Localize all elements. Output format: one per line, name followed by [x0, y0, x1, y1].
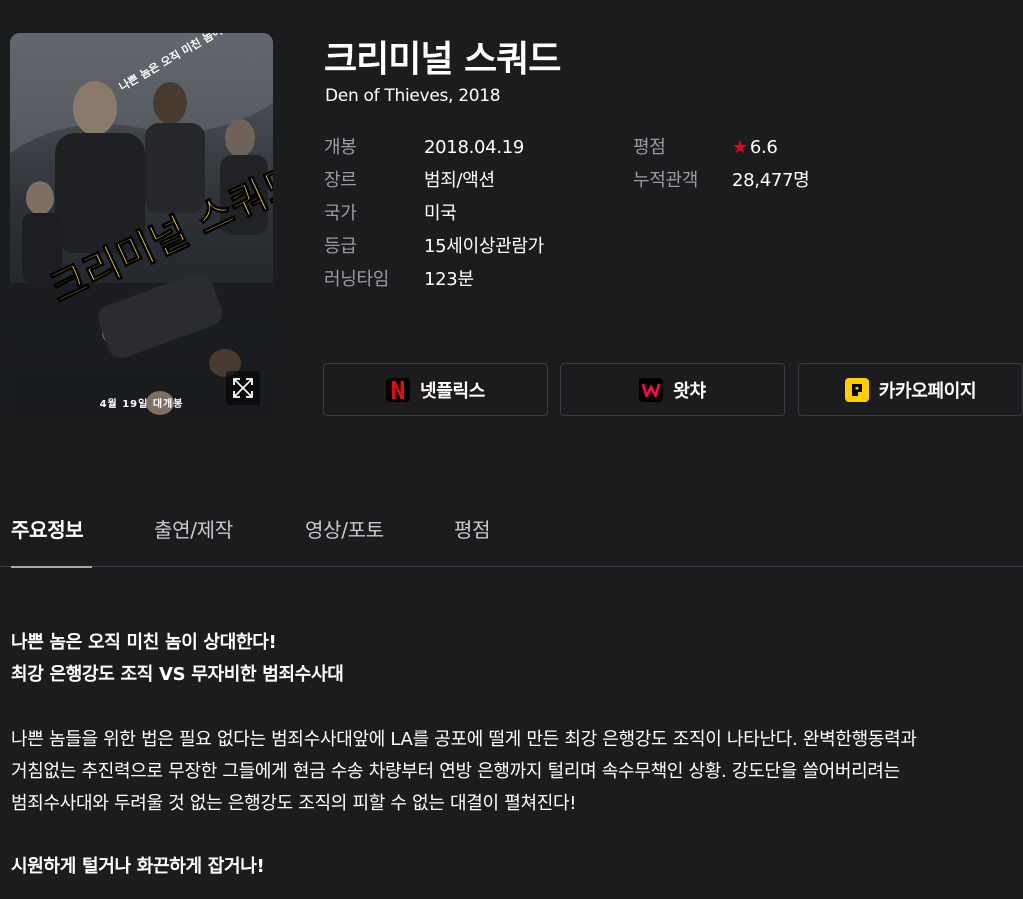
ott-watcha-label: 왓챠	[673, 380, 706, 402]
ott-kakaopage-button[interactable]: 카카오페이지	[798, 363, 1023, 416]
country-value: 미국	[424, 203, 457, 224]
movie-poster[interactable]: 나쁜 놈은 오직 미친 놈이 상대한다! 크리미널 스쿼드 4월 19일 대개봉	[10, 33, 273, 418]
synopsis-body-line-2: 거침없는 추진력으로 무장한 그들에게 현금 수송 차량부터 연방 은행까지 털…	[11, 761, 900, 782]
synopsis-headline-1: 나쁜 놈은 오직 미친 놈이 상대한다!	[11, 632, 277, 653]
netflix-logo-icon	[385, 377, 410, 402]
release-label: 개봉	[324, 137, 357, 158]
detail-tabs: 주요정보 출연/제작 영상/포토 평점	[0, 505, 1023, 568]
ott-watcha-button[interactable]: 왓챠	[560, 363, 785, 416]
info-country: 국가	[324, 202, 357, 226]
release-value-row: 2018.04.19	[424, 136, 524, 160]
kakaopage-logo-icon	[844, 377, 869, 402]
synopsis-body-line-1: 나쁜 놈들을 위한 법은 필요 없다는 범죄수사대앞에 LA를 공포에 떨게 만…	[11, 729, 917, 750]
movie-title: 크리미널 스쿼드	[324, 39, 561, 80]
country-value-row: 미국	[424, 202, 457, 226]
info-score: 평점	[633, 136, 666, 160]
info-genre: 장르	[324, 169, 357, 193]
ott-netflix-label: 넷플릭스	[419, 380, 486, 402]
runtime-label: 러닝타임	[324, 269, 390, 290]
info-audience: 누적관객	[633, 169, 698, 193]
score-value: 6.6	[749, 137, 778, 158]
runtime-value-row: 123분	[424, 268, 474, 292]
genre-value: 범죄/액션	[424, 170, 495, 191]
country-label: 국가	[324, 203, 357, 224]
tab-main-info[interactable]: 주요정보	[11, 514, 92, 568]
synopsis-headline-2: 최강 은행강도 조직 VS 무자비한 범죄수사대	[11, 664, 344, 685]
info-release: 개봉	[324, 136, 357, 160]
watcha-logo-icon	[639, 377, 664, 402]
genre-label: 장르	[324, 170, 357, 191]
audience-value-row: 28,477명	[732, 169, 810, 193]
star-icon: ★	[732, 137, 748, 158]
rating-value-row: 15세이상관람가	[424, 235, 544, 259]
poster-artwork: 나쁜 놈은 오직 미친 놈이 상대한다! 크리미널 스쿼드	[10, 33, 273, 418]
rating-label: 등급	[324, 236, 357, 257]
audience-value: 28,477명	[732, 170, 810, 191]
ott-kakaopage-label: 카카오페이지	[878, 380, 977, 402]
runtime-value: 123분	[424, 269, 474, 290]
ott-netflix-button[interactable]: 넷플릭스	[323, 363, 548, 416]
synopsis-body-line-3: 범죄수사대와 두려울 것 없는 은행강도 조직의 피할 수 없는 대결이 펼쳐진…	[11, 793, 577, 814]
tab-ratings[interactable]: 평점	[454, 514, 491, 566]
expand-icon	[233, 378, 253, 398]
rating-value: 15세이상관람가	[424, 236, 544, 257]
info-rating: 등급	[324, 235, 357, 259]
tab-video-photo[interactable]: 영상/포토	[305, 514, 384, 566]
tab-cast-crew[interactable]: 출연/제작	[154, 514, 233, 566]
genre-value-row: 범죄/액션	[424, 169, 495, 193]
audience-label: 누적관객	[633, 170, 699, 191]
expand-poster-button[interactable]	[226, 371, 260, 405]
original-title-year: Den of Thieves, 2018	[325, 86, 501, 106]
score-label: 평점	[633, 137, 666, 158]
release-value: 2018.04.19	[424, 137, 525, 158]
score-value-row: ★ 6.6	[732, 136, 778, 160]
synopsis-closing: 시원하게 털거나 화끈하게 잡거나!	[11, 856, 265, 877]
info-runtime: 러닝타임	[324, 268, 389, 292]
